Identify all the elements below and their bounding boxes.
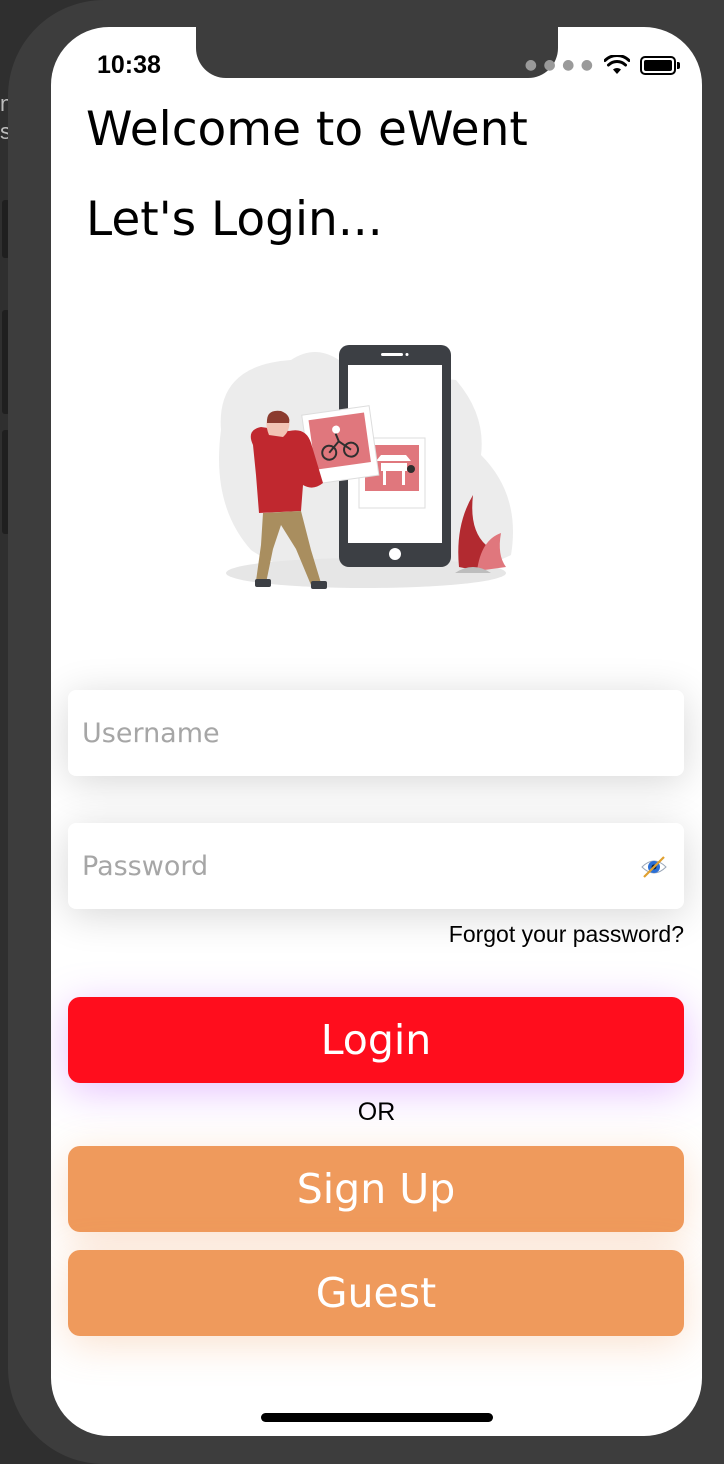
- wifi-icon: [604, 55, 630, 74]
- notch: [196, 27, 558, 78]
- username-input[interactable]: [68, 690, 622, 776]
- forgot-password-link[interactable]: Forgot your password?: [449, 921, 684, 948]
- username-field-container: [68, 690, 684, 776]
- home-indicator[interactable]: [261, 1413, 493, 1422]
- password-input[interactable]: [68, 823, 622, 909]
- login-button[interactable]: Login: [68, 997, 684, 1083]
- status-time: 10:38: [97, 51, 161, 79]
- page-subtitle: Let's Login...: [86, 192, 383, 247]
- sign-up-button[interactable]: Sign Up: [68, 1146, 684, 1232]
- device-frame: 10:38 ● ● ● ● Welcome to eWent Let's Log…: [8, 0, 724, 1464]
- guest-button[interactable]: Guest: [68, 1250, 684, 1336]
- person-with-phone-photos-illustration: [219, 345, 513, 589]
- password-field-container: [68, 823, 684, 909]
- eye-slash-icon[interactable]: [640, 853, 668, 881]
- or-divider: OR: [357, 1098, 396, 1126]
- app-screen: 10:38 ● ● ● ● Welcome to eWent Let's Log…: [51, 27, 702, 1436]
- cellular-signal-icon: ● ● ● ●: [524, 57, 594, 73]
- status-icons: ● ● ● ●: [524, 55, 680, 75]
- page-title: Welcome to eWent: [86, 102, 528, 157]
- battery-icon: [640, 55, 680, 75]
